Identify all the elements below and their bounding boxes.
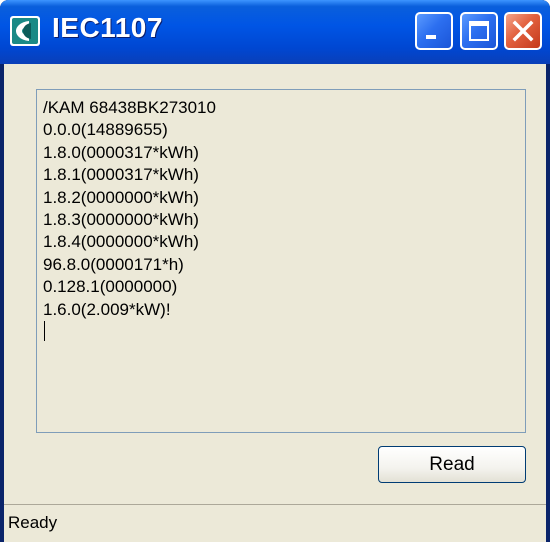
output-line: 0.128.1(0000000) [43, 277, 178, 297]
status-bar: Ready [4, 504, 546, 542]
output-line: 1.8.4(0000000*kWh) [43, 232, 199, 252]
output-line: 96.8.0(0000171*h) [43, 254, 184, 274]
output-line: /KAM 68438BK273010 [43, 98, 216, 117]
title-bar[interactable]: IEC1107 [0, 0, 550, 64]
text-caret [44, 320, 45, 341]
output-line: 1.8.2(0000000*kWh) [43, 187, 199, 207]
output-textbox[interactable]: /KAM 68438BK273010 0.0.0(14889655) 1.8.0… [36, 89, 526, 433]
window-title: IEC1107 [52, 12, 163, 43]
read-button[interactable]: Read [378, 446, 526, 483]
maximize-icon [469, 21, 489, 41]
minimize-button[interactable] [415, 12, 453, 50]
close-icon [512, 20, 534, 42]
app-window: IEC1107 /KAM 68438BK273010 0.0.0(1488965… [0, 0, 550, 542]
close-button[interactable] [504, 12, 542, 50]
output-line: 1.6.0(2.009*kW)! [43, 299, 171, 319]
output-line: 1.8.3(0000000*kWh) [43, 209, 199, 229]
output-line: 0.0.0(14889655) [43, 120, 168, 140]
text-caret-line [43, 320, 519, 343]
iec1107-app-icon [10, 16, 40, 46]
minimize-icon [426, 35, 436, 39]
status-text: Ready [8, 513, 58, 532]
maximize-button[interactable] [460, 12, 498, 50]
output-line: 1.8.1(0000317*kWh) [43, 165, 199, 185]
client-area: /KAM 68438BK273010 0.0.0(14889655) 1.8.0… [4, 64, 546, 542]
output-line: 1.8.0(0000317*kWh) [43, 142, 199, 162]
